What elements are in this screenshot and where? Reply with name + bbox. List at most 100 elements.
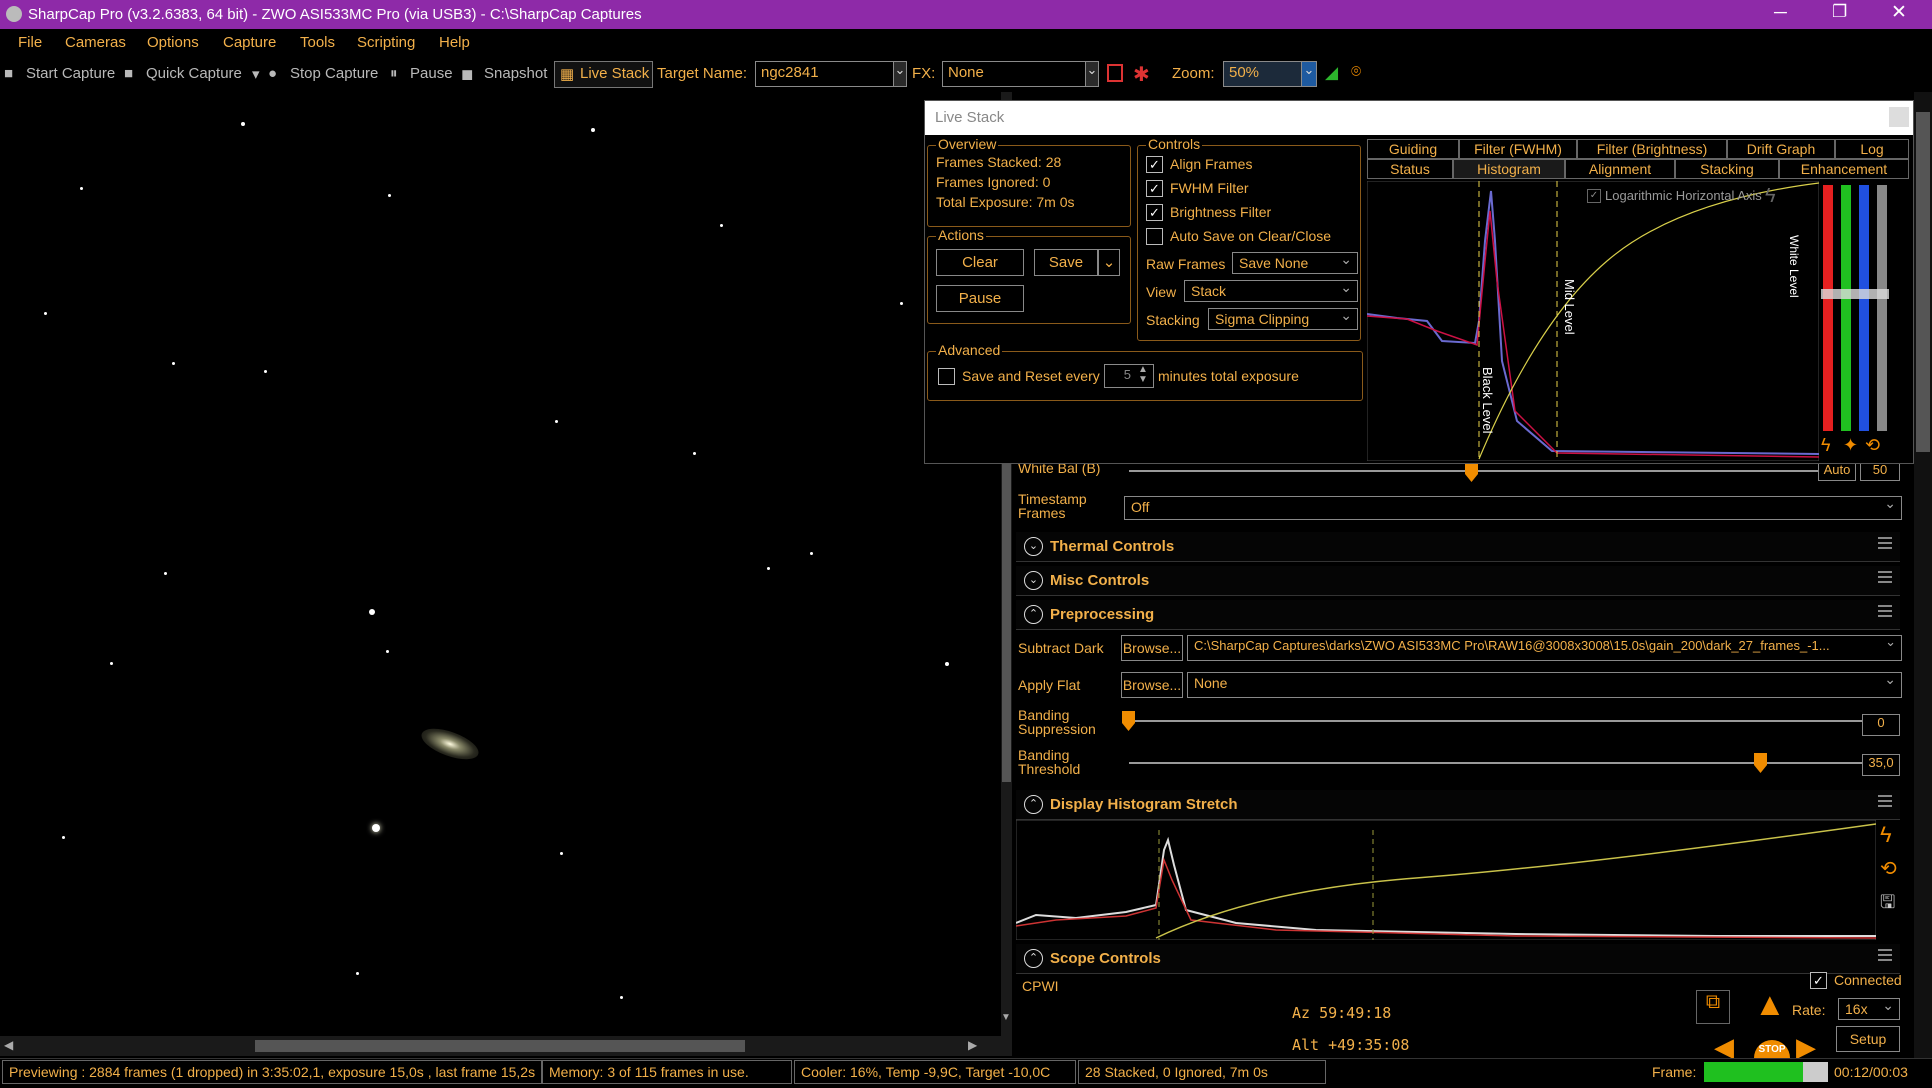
tab-log[interactable]: Log (1835, 139, 1909, 159)
reset-icon[interactable]: ⟲ (1880, 856, 1897, 881)
fwhm-filter-checkbox[interactable]: ✓ (1146, 180, 1163, 197)
apply-flat-browse-button[interactable]: Browse... (1121, 672, 1183, 698)
target-name-input[interactable]: ngc2841 (755, 61, 895, 87)
stacking-select[interactable]: Sigma Clipping (1208, 307, 1358, 330)
tab-histogram[interactable]: Histogram (1453, 159, 1565, 179)
apply-flat-select[interactable]: None (1187, 671, 1902, 698)
reticle-icon[interactable]: ⌾ (1351, 62, 1361, 82)
close-button[interactable]: ✕ (1891, 1, 1907, 24)
auto-stretch-icon[interactable]: ϟ (1880, 822, 1892, 848)
save-reset-checkbox[interactable] (938, 368, 955, 385)
log-axis-checkbox[interactable]: ✓ (1587, 189, 1601, 203)
menu-icon[interactable] (1878, 954, 1892, 956)
display-histogram-stretch-header[interactable]: ⌃ Display Histogram Stretch (1016, 790, 1900, 820)
white-bal-value[interactable]: 50 (1860, 461, 1900, 481)
thermal-controls-header[interactable]: ⌄ Thermal Controls (1016, 532, 1900, 562)
minutes-spinner-icon[interactable]: ▲ ▼ (1138, 365, 1148, 385)
panel-scroll-thumb[interactable] (1916, 112, 1930, 452)
zoom-dropdown[interactable]: ⌄ (1301, 61, 1317, 87)
horizontal-scroll-thumb[interactable] (255, 1040, 745, 1052)
tab-filter-brightness[interactable]: Filter (Brightness) (1577, 139, 1727, 159)
tab-drift-graph[interactable]: Drift Graph (1727, 139, 1835, 159)
menu-icon[interactable] (1878, 610, 1892, 612)
connected-checkbox[interactable]: ✓ (1810, 972, 1827, 989)
green-level-bar[interactable] (1841, 185, 1851, 431)
restore-button[interactable]: ❐ (1832, 2, 1847, 22)
sync-icon[interactable]: ⧉ (1696, 990, 1730, 1024)
banding-threshold-value[interactable]: 35,0 (1862, 754, 1900, 776)
banding-suppression-value[interactable]: 0 (1862, 714, 1900, 736)
menu-cameras[interactable]: Cameras (65, 34, 126, 51)
live-stack-close-icon[interactable] (1889, 107, 1909, 127)
brightness-filter-checkbox[interactable]: ✓ (1146, 204, 1163, 221)
tab-status[interactable]: Status (1367, 159, 1453, 179)
preprocessing-header[interactable]: ⌃ Preprocessing (1016, 600, 1900, 630)
setup-button[interactable]: Setup (1836, 1026, 1900, 1052)
banding-suppression-knob[interactable] (1122, 711, 1135, 731)
menu-options[interactable]: Options (147, 34, 199, 51)
tab-alignment[interactable]: Alignment (1565, 159, 1675, 179)
tab-stacking[interactable]: Stacking (1675, 159, 1779, 179)
minimize-button[interactable]: ─ (1774, 2, 1787, 23)
scroll-right-icon[interactable]: ▶ (968, 1038, 977, 1052)
save-options-dropdown[interactable]: ⌄ (1098, 249, 1120, 276)
menu-icon[interactable] (1878, 542, 1892, 544)
pause-stack-button[interactable]: Pause (936, 285, 1024, 312)
target-name-dropdown[interactable]: ⌄ (893, 61, 907, 87)
fx-select[interactable]: None (942, 61, 1097, 87)
blue-level-bar[interactable] (1859, 185, 1869, 431)
clear-button[interactable]: Clear (936, 249, 1024, 276)
white-bal-slider[interactable] (1129, 470, 1829, 472)
tab-guiding[interactable]: Guiding (1367, 139, 1459, 159)
menu-scripting[interactable]: Scripting (357, 34, 415, 51)
menu-help[interactable]: Help (439, 34, 470, 51)
auto-stretch-icon[interactable]: ϟ (1765, 185, 1776, 208)
luminance-level-bar[interactable] (1877, 185, 1887, 431)
scroll-down-icon[interactable]: ▼ (1001, 1012, 1011, 1023)
zoom-select[interactable]: 50% (1223, 61, 1303, 87)
preview-horizontal-scrollbar[interactable]: ◀ ▶ (0, 1036, 1012, 1056)
move-north-icon[interactable]: ▲ (1754, 986, 1786, 1023)
image-preview[interactable] (0, 92, 1001, 1036)
white-bal-auto-button[interactable]: Auto (1818, 461, 1856, 481)
menu-icon[interactable] (1878, 800, 1892, 802)
stop-capture-button[interactable]: Stop Capture (290, 65, 378, 82)
scroll-left-icon[interactable]: ◀ (4, 1038, 13, 1052)
snapshot-button[interactable]: Snapshot (484, 65, 547, 82)
sparkle-icon[interactable]: ✦ (1843, 435, 1858, 456)
timestamp-frames-select[interactable]: Off (1124, 495, 1902, 520)
pause-button[interactable]: Pause (410, 65, 453, 82)
fx-select-area-icon[interactable] (1107, 64, 1123, 82)
display-stretch-histogram[interactable] (1016, 820, 1876, 940)
quick-capture-dropdown-icon[interactable]: ▾ (252, 65, 260, 83)
undo-icon[interactable]: ⟲ (1865, 435, 1880, 456)
subtract-dark-path[interactable]: C:\SharpCap Captures\darks\ZWO ASI533MC … (1187, 634, 1902, 661)
menu-tools[interactable]: Tools (300, 34, 335, 51)
banding-suppression-slider[interactable] (1129, 720, 1869, 722)
white-bal-knob[interactable] (1465, 462, 1478, 482)
rate-select[interactable]: 16x (1838, 997, 1900, 1020)
auto-save-checkbox[interactable] (1146, 228, 1163, 245)
misc-controls-header[interactable]: ⌄ Misc Controls (1016, 566, 1900, 596)
panel-scrollbar[interactable] (1914, 92, 1932, 1058)
menu-icon[interactable] (1878, 576, 1892, 578)
align-frames-checkbox[interactable]: ✓ (1146, 156, 1163, 173)
scope-controls-header[interactable]: ⌃ Scope Controls (1016, 944, 1900, 974)
level-slider-handles[interactable] (1821, 289, 1889, 299)
fx-dropdown[interactable]: ⌄ (1085, 61, 1099, 87)
menu-file[interactable]: File (18, 34, 42, 51)
raw-frames-select[interactable]: Save None (1232, 251, 1358, 274)
live-stack-histogram[interactable] (1367, 181, 1819, 461)
histogram-icon[interactable]: ◢ (1325, 63, 1338, 83)
view-select[interactable]: Stack (1184, 279, 1358, 302)
tab-enhancement[interactable]: Enhancement (1779, 159, 1909, 179)
save-button[interactable]: Save (1034, 249, 1098, 276)
save-icon[interactable]: 🖫 (1880, 890, 1895, 920)
fx-clear-icon[interactable]: ✱ (1133, 62, 1150, 87)
subtract-dark-browse-button[interactable]: Browse... (1121, 635, 1183, 661)
red-level-bar[interactable] (1823, 185, 1833, 431)
stop-button[interactable]: STOP (1754, 1040, 1790, 1058)
tab-filter-fwhm[interactable]: Filter (FWHM) (1459, 139, 1577, 159)
lightning-icon[interactable]: ϟ (1821, 435, 1831, 456)
menu-capture[interactable]: Capture (223, 34, 276, 51)
